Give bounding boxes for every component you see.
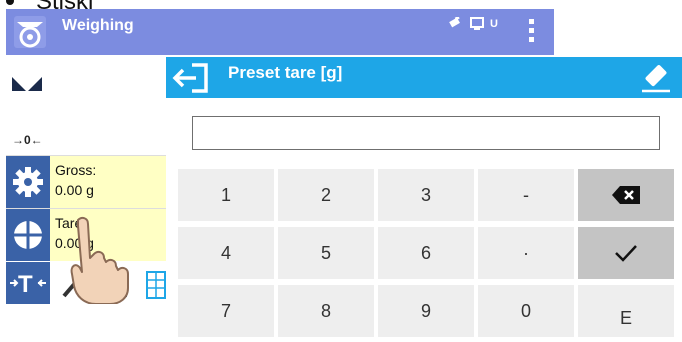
pointing-hand-icon	[70, 216, 129, 304]
svg-text:T: T	[18, 271, 33, 298]
key-7[interactable]: 7	[178, 285, 274, 337]
exit-icon[interactable]	[172, 62, 210, 94]
confirm-button[interactable]	[578, 227, 674, 279]
key-4[interactable]: 4	[178, 227, 274, 279]
gross-info-row: Gross: 0.00 g	[6, 155, 166, 208]
key-8[interactable]: 8	[278, 285, 374, 337]
balance-header: Weighing U	[6, 9, 554, 55]
tare-icon	[14, 221, 42, 249]
key-0[interactable]: 0	[478, 285, 574, 337]
gross-value: 0.00 g	[55, 182, 94, 198]
key-5[interactable]: 5	[278, 227, 374, 279]
tare-function-icon: T	[10, 271, 46, 298]
stable-indicator-icon	[12, 77, 42, 91]
key-2[interactable]: 2	[278, 169, 374, 221]
backspace-button[interactable]	[578, 169, 674, 221]
key-9[interactable]: 9	[378, 285, 474, 337]
gear-icon	[13, 167, 43, 197]
zero-indicator-icon: →0←	[12, 133, 43, 147]
dialog-header: Preset tare [g]	[166, 57, 682, 98]
numeric-keypad: 1 2 3 - 4 5 6 · 7 8 9 0 E	[178, 169, 676, 342]
app-title: Weighing	[62, 17, 134, 34]
scale-app-icon[interactable]	[12, 14, 48, 50]
usb-label: U	[490, 18, 498, 30]
key-e[interactable]: E	[578, 285, 674, 337]
menu-dots-icon[interactable]	[526, 15, 536, 51]
key-minus[interactable]: -	[478, 169, 574, 221]
table-icon[interactable]	[146, 270, 166, 300]
key-6[interactable]: 6	[378, 227, 474, 279]
key-decimal[interactable]: ·	[478, 227, 574, 279]
backspace-icon	[612, 186, 640, 204]
dialog-title: Preset tare [g]	[228, 63, 343, 82]
usb-stick-icon	[449, 17, 460, 28]
eraser-icon[interactable]	[640, 63, 672, 93]
preset-tare-dialog: Preset tare [g] 1 2 3 - 4 5 6 · 7 8 9 0	[166, 57, 682, 342]
gross-label: Gross:	[55, 162, 97, 178]
bullet-icon	[6, 0, 14, 6]
status-icons: U	[448, 17, 498, 31]
settings-button[interactable]	[6, 156, 50, 208]
monitor-icon	[470, 17, 484, 30]
tare-info-button[interactable]	[6, 209, 50, 261]
tare-function-button[interactable]: T	[6, 262, 50, 304]
key-1[interactable]: 1	[178, 169, 274, 221]
checkmark-icon	[615, 245, 637, 262]
tare-value-input[interactable]	[192, 116, 660, 150]
key-3[interactable]: 3	[378, 169, 474, 221]
